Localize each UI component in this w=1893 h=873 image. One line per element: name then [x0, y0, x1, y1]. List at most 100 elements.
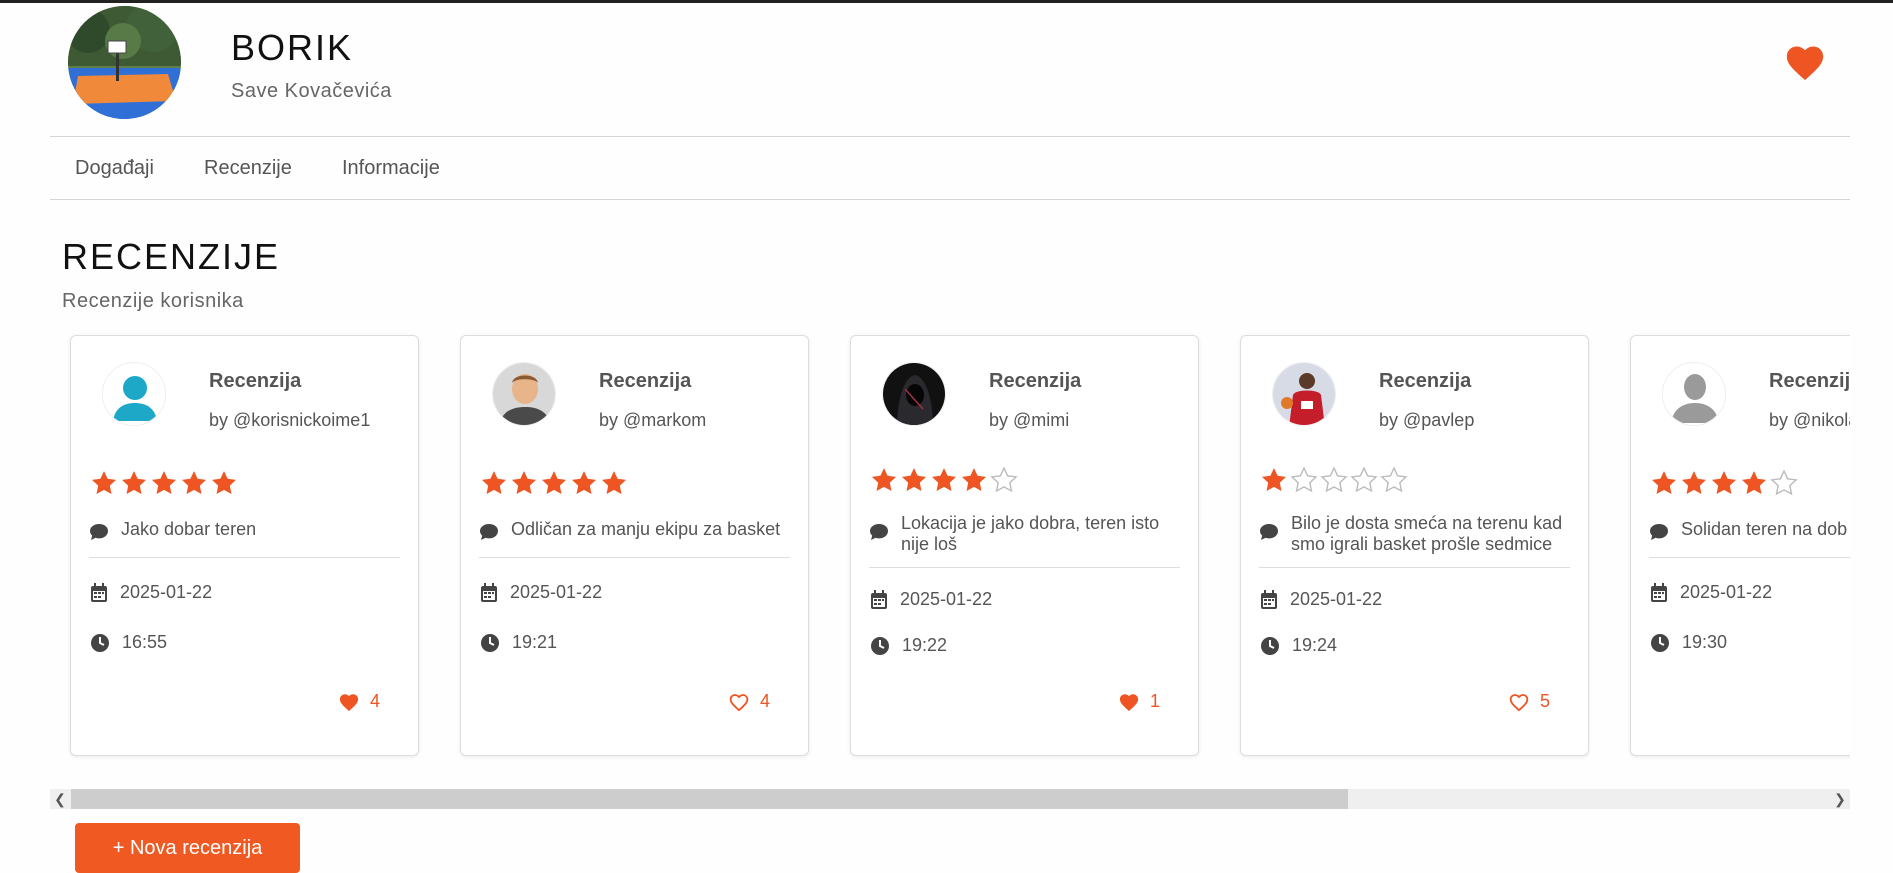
section-subtitle: Recenzije korisnika — [62, 290, 244, 312]
review-author: by @pavlep — [1379, 410, 1475, 430]
avatar — [1272, 362, 1336, 426]
scrollbar-thumb[interactable] — [71, 789, 1348, 809]
review-comment: Lokacija je jako dobra, teren isto nije … — [869, 513, 1180, 555]
clock-icon — [481, 633, 499, 652]
star-filled-icon — [181, 471, 207, 494]
divider — [1259, 567, 1570, 568]
star-filled-icon — [1681, 471, 1707, 494]
star-filled-icon — [931, 468, 957, 491]
star-empty-icon — [1290, 466, 1318, 493]
star-empty-icon — [1350, 466, 1378, 493]
clock-icon — [1261, 636, 1279, 655]
court-header: BORIK Save Kovačevića — [50, 3, 1850, 137]
review-author: by @markom — [599, 410, 707, 430]
scroll-right-arrow-icon[interactable]: ❯ — [1830, 789, 1850, 809]
review-title: Recenzija — [209, 370, 302, 392]
review-date-row: 2025-01-22 — [1260, 589, 1382, 610]
star-filled-icon — [511, 471, 537, 494]
avatar — [1662, 362, 1726, 426]
review-card: Recenzija by @korisnickoime1 Jako dobar … — [70, 335, 419, 756]
comment-icon — [90, 524, 108, 540]
favorite-heart-icon[interactable] — [1783, 41, 1827, 81]
clock-icon — [91, 633, 109, 652]
star-rating — [90, 469, 238, 497]
review-card: Recenzija by @mimi Lokacija je jako dobr… — [850, 335, 1199, 756]
review-time: 19:30 — [1682, 632, 1728, 652]
review-card: Recenzija by @pavlep Bilo je dosta smeća… — [1240, 335, 1589, 756]
clock-icon — [871, 636, 889, 655]
avatar — [882, 362, 946, 426]
review-date: 2025-01-22 — [510, 582, 603, 602]
section-tabs: Događaji Recenzije Informacije — [50, 137, 1850, 200]
like-count: 4 — [759, 691, 770, 711]
section-title: RECENZIJE — [62, 236, 281, 277]
review-date: 2025-01-22 — [900, 589, 993, 609]
review-comment: Solidan teren na dob — [1649, 519, 1850, 541]
star-rating — [1650, 469, 1798, 497]
star-rating — [1260, 466, 1408, 494]
review-time-row: 16:55 — [90, 632, 167, 653]
calendar-icon — [91, 582, 107, 602]
like-button[interactable]: 4 — [338, 691, 380, 712]
star-empty-icon — [1380, 466, 1408, 493]
scroll-left-arrow-icon[interactable]: ❮ — [50, 789, 70, 809]
like-button[interactable]: 1 — [1118, 691, 1160, 712]
comment-text: Jako dobar teren — [121, 519, 257, 539]
comment-icon — [1650, 524, 1668, 540]
calendar-icon — [1261, 589, 1277, 609]
comment-text: Odličan za manju ekipu za basket — [511, 519, 781, 539]
heart-outline-icon — [729, 693, 749, 711]
tab-dogadjaji[interactable]: Događaji — [75, 157, 154, 180]
comment-text: Solidan teren na dob — [1681, 519, 1848, 539]
star-filled-icon — [541, 471, 567, 494]
review-comment: Bilo je dosta smeća na terenu kad smo ig… — [1259, 513, 1570, 555]
star-filled-icon — [871, 468, 897, 491]
review-date-row: 2025-01-22 — [480, 582, 602, 603]
comment-icon — [480, 524, 498, 540]
review-time-row: 19:24 — [1260, 635, 1337, 656]
star-filled-icon — [1261, 468, 1287, 491]
like-count: 1 — [1149, 691, 1160, 711]
star-filled-icon — [1711, 471, 1737, 494]
review-date: 2025-01-22 — [1290, 589, 1383, 609]
star-filled-icon — [121, 471, 147, 494]
court-photo — [68, 6, 181, 119]
divider — [1649, 557, 1850, 558]
reviews-carousel[interactable]: Recenzija by @korisnickoime1 Jako dobar … — [50, 325, 1850, 760]
heart-filled-icon — [1119, 693, 1139, 711]
star-filled-icon — [571, 471, 597, 494]
review-author: by @korisnickoime1 — [209, 410, 371, 430]
review-time: 16:55 — [122, 632, 168, 652]
like-button[interactable]: 5 — [1508, 691, 1550, 712]
like-button[interactable]: 4 — [728, 691, 770, 712]
star-filled-icon — [1651, 471, 1677, 494]
review-date-row: 2025-01-22 — [90, 582, 212, 603]
avatar — [102, 362, 166, 426]
carousel-scrollbar[interactable]: ❮ ❯ — [50, 789, 1850, 809]
comment-text: Lokacija je jako dobra, teren isto nije … — [901, 513, 1160, 554]
tab-recenzije[interactable]: Recenzije — [204, 157, 292, 180]
review-card: Recenzija by @nikola Solidan teren na do… — [1630, 335, 1850, 756]
tab-informacije[interactable]: Informacije — [342, 157, 440, 180]
calendar-icon — [1651, 582, 1667, 602]
calendar-icon — [871, 589, 887, 609]
court-name: BORIK — [231, 27, 354, 68]
star-empty-icon — [1770, 469, 1798, 496]
calendar-icon — [481, 582, 497, 602]
star-filled-icon — [211, 471, 237, 494]
star-filled-icon — [91, 471, 117, 494]
review-title: Recenzija — [1379, 370, 1472, 392]
star-rating — [870, 466, 1018, 494]
star-filled-icon — [601, 471, 627, 494]
star-filled-icon — [961, 468, 987, 491]
avatar — [492, 362, 556, 426]
review-comment: Odličan za manju ekipu za basket — [479, 519, 790, 541]
court-address: Save Kovačevića — [231, 80, 392, 102]
review-comment: Jako dobar teren — [89, 519, 400, 541]
review-date-row: 2025-01-22 — [1650, 582, 1772, 603]
like-count: 5 — [1539, 691, 1550, 711]
review-time: 19:22 — [902, 635, 948, 655]
star-filled-icon — [481, 471, 507, 494]
review-time: 19:21 — [512, 632, 558, 652]
like-count: 4 — [369, 691, 380, 711]
